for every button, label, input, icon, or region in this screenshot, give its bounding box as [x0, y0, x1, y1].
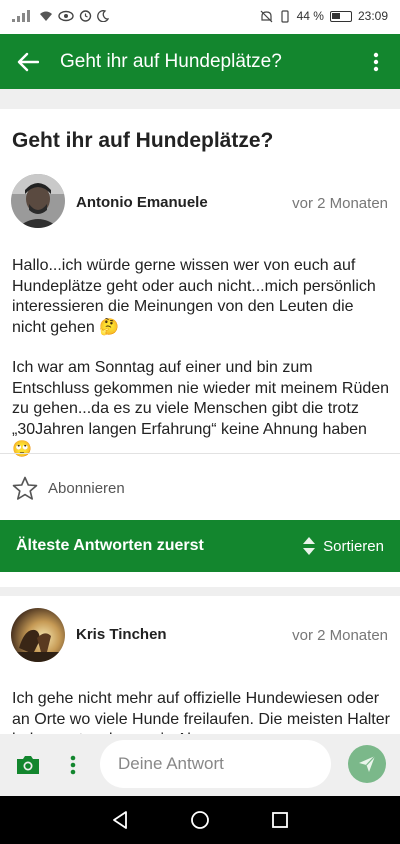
- wifi-icon: [40, 11, 52, 21]
- reply-input[interactable]: [100, 740, 331, 788]
- answer-author-avatar-image: [11, 608, 65, 662]
- post-paragraph: Ich war am Sonntag auf einer und bin zum…: [12, 359, 390, 458]
- answer-body: Ich gehe nicht mehr auf offizielle Hunde…: [12, 690, 390, 734]
- star-outline-icon: [12, 476, 38, 500]
- author-avatar-image: [11, 174, 65, 228]
- signal-icon: [12, 9, 30, 22]
- vibrate-icon: [281, 9, 289, 23]
- post-paragraph: Hallo...ich würde gerne wissen wer von e…: [12, 257, 376, 336]
- post-time: vor 2 Monaten: [292, 195, 388, 212]
- attachment-options-button[interactable]: [56, 734, 90, 796]
- avatar[interactable]: [11, 608, 65, 662]
- camera-button[interactable]: [0, 734, 56, 796]
- sort-button[interactable]: Sortieren: [302, 536, 384, 556]
- eye-icon: [58, 10, 74, 21]
- subscribe-button[interactable]: Abonnieren: [12, 476, 125, 501]
- thread-content[interactable]: Geht ihr auf Hundeplätze? Antonio Emanue…: [0, 89, 400, 734]
- nav-back-button[interactable]: [100, 800, 140, 840]
- arrow-left-icon: [17, 52, 39, 71]
- sort-bar: Älteste Antworten zuerst Sortieren: [0, 520, 400, 572]
- battery-icon: [329, 10, 352, 22]
- back-button[interactable]: [0, 34, 56, 89]
- system-nav-bar: [0, 796, 400, 844]
- post-card: Geht ihr auf Hundeplätze? Antonio Emanue…: [0, 109, 400, 587]
- more-vertical-icon: [70, 755, 76, 775]
- more-vertical-icon: [373, 52, 379, 71]
- send-icon: [359, 755, 376, 772]
- avatar[interactable]: [11, 174, 65, 228]
- camera-icon: [17, 756, 39, 774]
- post-title: Geht ihr auf Hundeplätze?: [12, 129, 274, 152]
- nav-home-button[interactable]: [180, 800, 220, 840]
- sort-arrows-icon: [303, 537, 316, 555]
- more-options-button[interactable]: [352, 34, 400, 89]
- answer-card: Kris Tinchen vor 2 Monaten Ich gehe nich…: [0, 596, 400, 734]
- circle-home-icon: [191, 811, 209, 829]
- app-bar: Geht ihr auf Hundeplätze?: [0, 34, 400, 89]
- answer-author[interactable]: Kris Tinchen: [76, 626, 167, 643]
- sort-order-label: Älteste Antworten zuerst: [16, 537, 204, 554]
- moon-icon: [97, 9, 109, 22]
- status-icons-right: 44 % 23:09: [260, 9, 388, 23]
- app-bar-title: Geht ihr auf Hundeplätze?: [60, 50, 282, 72]
- nav-recents-button[interactable]: [260, 800, 300, 840]
- clock: 23:09: [357, 9, 388, 23]
- divider: [0, 453, 400, 454]
- triangle-back-icon: [113, 811, 127, 829]
- status-icons-left: [12, 9, 109, 22]
- reply-bar: [0, 734, 400, 796]
- post-body: Hallo...ich würde gerne wissen wer von e…: [12, 256, 390, 481]
- answer-time: vor 2 Monaten: [292, 627, 388, 644]
- square-recents-icon: [272, 812, 288, 828]
- battery-percent: 44 %: [296, 9, 324, 23]
- post-author[interactable]: Antonio Emanuele: [76, 194, 208, 211]
- mute-icon: [260, 10, 273, 22]
- alarm-icon: [79, 10, 92, 22]
- sort-button-label: Sortieren: [323, 537, 384, 555]
- status-bar: 44 % 23:09: [0, 0, 400, 34]
- send-button[interactable]: [348, 745, 386, 783]
- subscribe-label: Abonnieren: [48, 480, 125, 497]
